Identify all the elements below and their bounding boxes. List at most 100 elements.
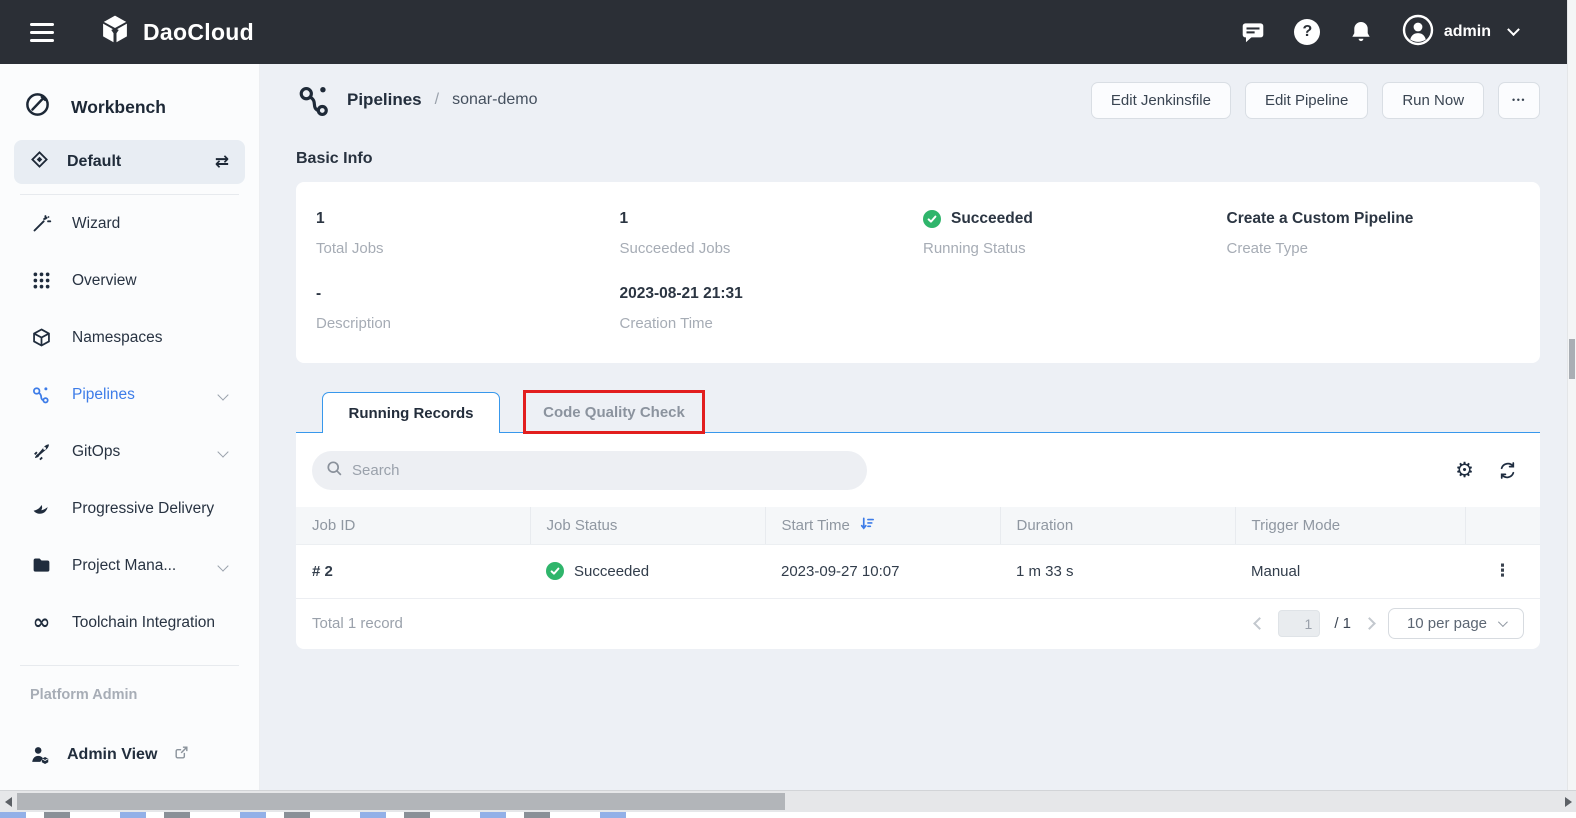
breadcrumb: Pipelines / sonar-demo [296, 81, 537, 119]
stat-description: - Description [316, 284, 620, 332]
avatar-icon [1402, 14, 1434, 51]
user-menu[interactable]: admin [1402, 14, 1518, 51]
chevron-down-icon [1507, 23, 1520, 36]
breadcrumb-current: sonar-demo [452, 91, 537, 109]
main-content: Pipelines / sonar-demo Edit Jenkinsfile … [260, 64, 1576, 818]
app-window: DaoCloud ? [0, 0, 1576, 818]
table-footer: Total 1 record / 1 10 per page [296, 599, 1540, 649]
job-status-cell: Succeeded [530, 544, 765, 598]
wand-icon [30, 213, 53, 234]
sidebar-section-workbench[interactable]: Workbench [24, 91, 245, 123]
workbench-label: Workbench [71, 97, 166, 118]
column-start-time[interactable]: Start Time [765, 507, 1000, 544]
stat-creation-time: 2023-08-21 21:31 Creation Time [620, 284, 924, 332]
vertical-scrollbar-thumb[interactable] [1569, 339, 1575, 379]
sidebar-item-wizard[interactable]: Wizard [14, 195, 245, 252]
header-actions: Edit Jenkinsfile Edit Pipeline Run Now •… [1091, 82, 1540, 119]
column-job-status[interactable]: Job Status [530, 507, 765, 544]
job-id-cell[interactable]: # 2 [296, 544, 530, 598]
tab-code-quality-check[interactable]: Code Quality Check [523, 390, 705, 434]
scroll-left-arrow-icon[interactable] [0, 791, 16, 812]
grid-dots-icon [30, 270, 53, 291]
trigger-mode-cell: Manual [1235, 544, 1465, 598]
workspace-name: Default [67, 153, 215, 171]
bird-icon [30, 498, 53, 519]
stat-running-status: Succeeded Running Status [923, 209, 1227, 257]
sidebar-item-admin-view[interactable]: Admin View [14, 744, 245, 766]
pagination: / 1 10 per page [1255, 608, 1524, 639]
navbar-actions: ? admin [1240, 14, 1518, 51]
refresh-icon[interactable] [1497, 460, 1518, 481]
vertical-scrollbar[interactable] [1567, 0, 1576, 790]
chevron-down-icon [217, 446, 228, 457]
sidebar-item-overview[interactable]: Overview [14, 252, 245, 309]
status-badge: Succeeded [574, 563, 649, 580]
workspace-selector-default[interactable]: Default ⇄ [14, 140, 245, 184]
top-navbar: DaoCloud ? [0, 0, 1576, 64]
more-actions-button[interactable]: ••• [1498, 82, 1540, 119]
scroll-right-arrow-icon[interactable] [1560, 791, 1576, 812]
stat-create-type: Create a Custom Pipeline Create Type [1227, 209, 1531, 257]
external-link-icon [173, 744, 190, 766]
running-records-panel: ⚙ [296, 432, 1540, 649]
search-input[interactable] [352, 462, 853, 479]
edit-jenkinsfile-button[interactable]: Edit Jenkinsfile [1091, 82, 1231, 119]
table-row[interactable]: # 2 Succeeded 2023-09-27 10:07 [296, 544, 1540, 598]
help-icon[interactable]: ? [1294, 19, 1321, 46]
chevron-down-icon [1498, 617, 1508, 627]
success-check-icon [546, 562, 564, 580]
page-number-input[interactable] [1278, 610, 1320, 637]
pipeline-icon [30, 384, 53, 405]
edit-pipeline-button[interactable]: Edit Pipeline [1245, 82, 1368, 119]
table-header-row: Job ID Job Status Start Time [296, 507, 1540, 544]
horizontal-scrollbar-thumb[interactable] [17, 793, 785, 810]
sidebar-item-toolchain-integration[interactable]: ∞ Toolchain Integration [14, 594, 245, 651]
platform-admin-section-label: Platform Admin [30, 687, 245, 703]
column-job-id[interactable]: Job ID [296, 507, 530, 544]
column-trigger-mode[interactable]: Trigger Mode [1235, 507, 1465, 544]
pipelines-icon [296, 81, 334, 119]
chat-icon[interactable] [1240, 19, 1267, 46]
horizontal-scrollbar[interactable] [0, 790, 1576, 812]
row-actions-cell: ⋮ [1465, 544, 1540, 598]
row-kebab-menu-icon[interactable]: ⋮ [1484, 561, 1521, 581]
column-actions [1465, 507, 1540, 544]
breadcrumb-root[interactable]: Pipelines [347, 90, 422, 110]
username: admin [1444, 23, 1491, 41]
basic-info-title: Basic Info [296, 150, 1540, 168]
tabs: Running Records Code Quality Check [296, 390, 1540, 432]
sidebar-item-pipelines[interactable]: Pipelines [14, 366, 245, 423]
rocket-icon [30, 441, 53, 462]
settings-gear-icon[interactable]: ⚙ [1455, 460, 1474, 481]
switch-workspace-icon[interactable]: ⇄ [215, 152, 229, 172]
page-count: / 1 [1334, 615, 1351, 632]
sidebar-item-progressive-delivery[interactable]: Progressive Delivery [14, 480, 245, 537]
admin-user-icon [28, 744, 51, 766]
sort-descending-icon[interactable] [860, 516, 875, 535]
run-now-button[interactable]: Run Now [1382, 82, 1484, 119]
menu-hamburger-icon[interactable] [30, 23, 54, 42]
next-page-icon[interactable] [1363, 617, 1376, 630]
clipped-page-edge [0, 812, 1576, 818]
records-table: Job ID Job Status Start Time [296, 507, 1540, 599]
sidebar-item-namespaces[interactable]: Namespaces [14, 309, 245, 366]
duration-cell: 1 m 33 s [1000, 544, 1235, 598]
workspace-diamond-icon [30, 150, 49, 174]
total-records-text: Total 1 record [312, 615, 403, 632]
search-box[interactable] [312, 451, 867, 490]
divider [20, 665, 239, 666]
folder-icon [30, 555, 53, 576]
per-page-select[interactable]: 10 per page [1388, 608, 1524, 639]
notification-bell-icon[interactable] [1348, 19, 1375, 46]
tab-running-records[interactable]: Running Records [322, 392, 500, 433]
sidebar-item-gitops[interactable]: GitOps [14, 423, 245, 480]
search-icon [326, 460, 343, 482]
cube-icon [30, 327, 53, 348]
column-duration[interactable]: Duration [1000, 507, 1235, 544]
sidebar-item-project-management[interactable]: Project Mana... [14, 537, 245, 594]
daocloud-logo-icon [98, 13, 132, 52]
sidebar: Workbench Default ⇄ [0, 64, 260, 818]
brand[interactable]: DaoCloud [98, 13, 254, 52]
stat-succeeded-jobs: 1 Succeeded Jobs [620, 209, 924, 257]
prev-page-icon[interactable] [1253, 617, 1266, 630]
